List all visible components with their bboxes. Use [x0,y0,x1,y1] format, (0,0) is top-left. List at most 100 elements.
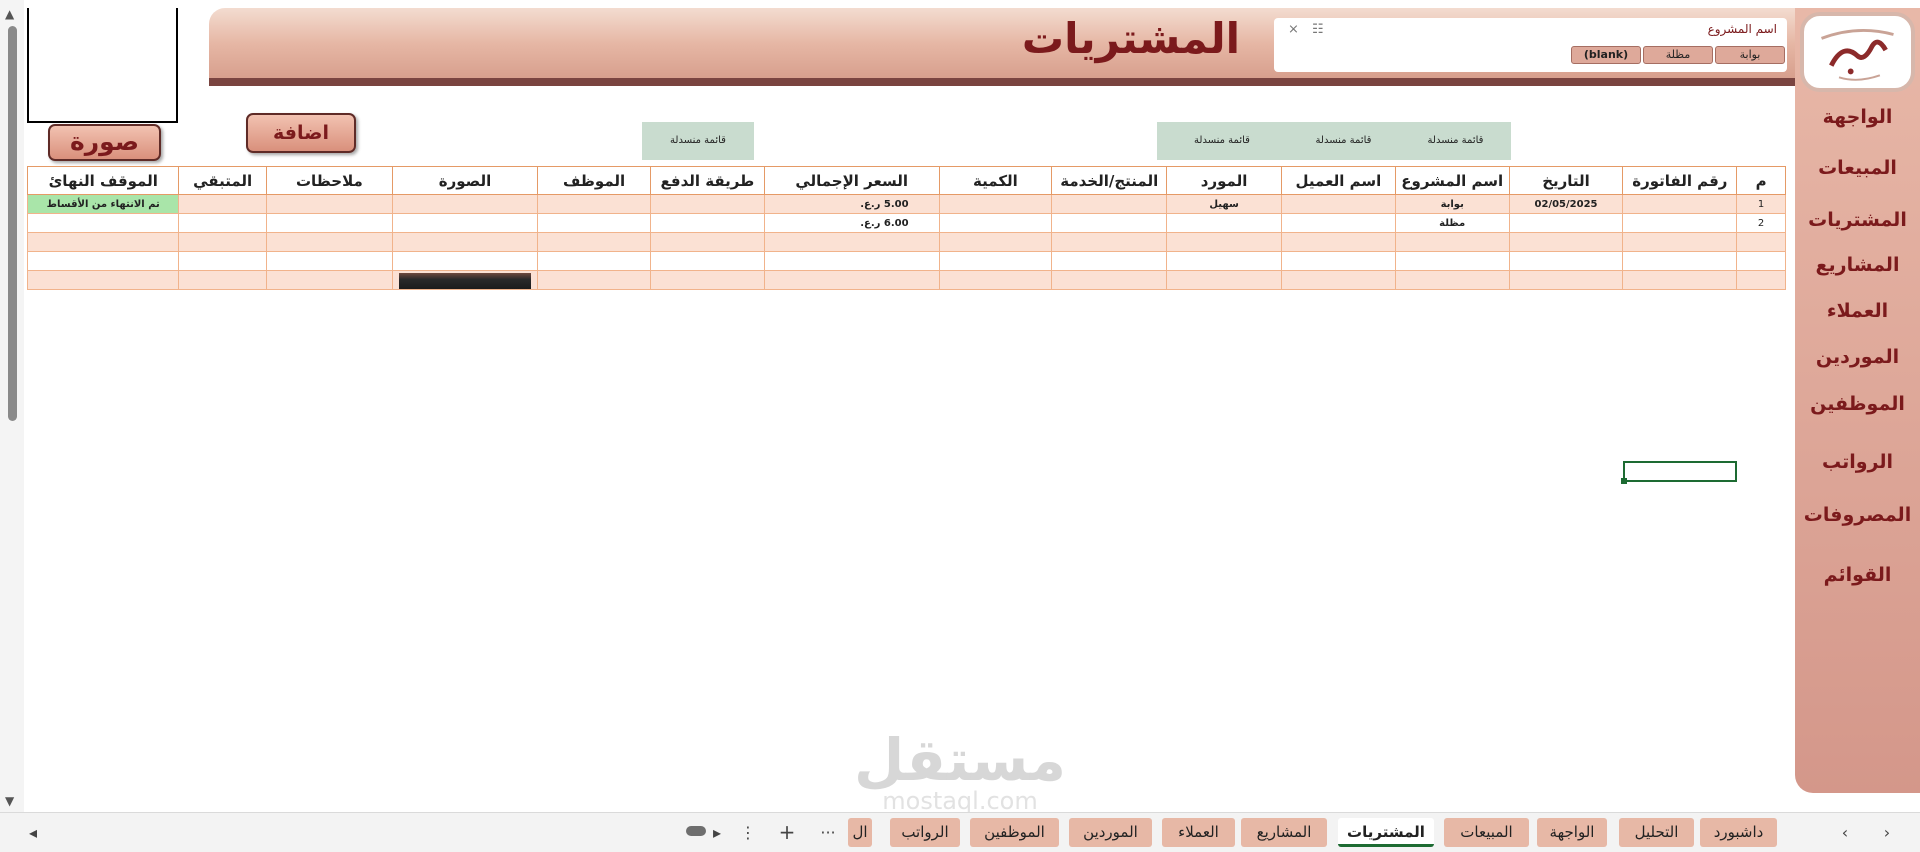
dropdown-date[interactable]: قائمة منسدلة [1400,122,1511,160]
table-cell[interactable] [537,213,651,233]
table-cell[interactable] [1166,270,1282,290]
nav-item-customers[interactable]: العملاء [1795,300,1920,322]
table-cell[interactable]: 1 [1736,194,1786,214]
vertical-scroll-thumb[interactable] [8,26,17,421]
table-cell[interactable] [1736,251,1786,271]
add-button[interactable]: اضافة [246,113,356,153]
table-cell[interactable] [265,194,393,214]
table-cell[interactable] [265,251,393,271]
table-cell[interactable] [938,251,1053,271]
table-cell[interactable] [1166,232,1282,252]
add-sheet-icon[interactable]: + [777,818,797,847]
nav-item-suppliers[interactable]: الموردين [1795,346,1920,368]
col-header-notes[interactable]: ملاحظات [265,166,393,195]
table-cell[interactable] [178,251,267,271]
col-header-product[interactable]: المنتج/الخدمة [1051,166,1168,195]
filter-multiselect-icon[interactable]: ☷ [1312,22,1324,37]
table-cell[interactable]: مظلة [1394,213,1510,233]
nav-item-lists[interactable]: القوائم [1795,564,1920,586]
table-cell[interactable] [1622,270,1738,290]
table-cell[interactable] [265,270,393,290]
table-cell[interactable] [178,232,267,252]
col-header-date[interactable]: التاريخ [1508,166,1624,195]
table-cell[interactable] [1280,251,1396,271]
col-header-customer[interactable]: اسم العميل [1280,166,1396,195]
scroll-up-icon[interactable]: ▲ [5,8,14,20]
image-button[interactable]: صورة [48,124,161,161]
table-cell[interactable] [1736,270,1786,290]
tab-dashboard[interactable]: داشبورد [1700,818,1777,847]
table-cell[interactable] [26,213,180,233]
table-cell[interactable] [265,232,393,252]
table-cell[interactable]: بوابة [1394,194,1510,214]
table-cell[interactable] [1051,213,1168,233]
slicer-item-canopy[interactable]: مظلة [1643,46,1713,64]
table-cell[interactable] [26,270,180,290]
slicer-item-blank[interactable]: (blank) [1571,46,1641,64]
tab-projects[interactable]: المشاريع [1241,818,1327,847]
table-cell[interactable] [763,232,940,252]
tab-salaries[interactable]: الرواتب [890,818,960,847]
table-cell[interactable] [537,194,651,214]
nav-item-purchases[interactable]: المشتريات [1795,209,1920,231]
table-cell[interactable] [649,194,765,214]
table-cell[interactable] [1051,251,1168,271]
table-cell[interactable] [938,232,1053,252]
horizontal-scroll-thumb[interactable] [686,826,706,836]
more-sheets-icon[interactable]: ··· [818,818,838,847]
table-cell[interactable] [763,270,940,290]
col-header-employee[interactable]: الموظف [537,166,651,195]
table-cell[interactable] [537,232,651,252]
nav-item-employees[interactable]: الموظفين [1795,393,1920,415]
table-cell[interactable] [649,232,765,252]
table-cell[interactable] [1280,213,1396,233]
nav-item-salaries[interactable]: الرواتب [1795,451,1920,473]
table-cell[interactable] [1622,213,1738,233]
col-header-supplier[interactable]: المورد [1166,166,1282,195]
table-cell[interactable] [1508,232,1624,252]
selected-cell[interactable] [1621,461,1737,484]
table-cell[interactable] [938,213,1053,233]
tab-partial[interactable]: ال [848,818,872,847]
tab-nav-prev-icon[interactable]: ‹ [1838,818,1852,847]
table-cell[interactable] [1280,232,1396,252]
table-cell[interactable] [1394,232,1510,252]
table-cell[interactable] [391,251,539,271]
table-cell[interactable] [649,213,765,233]
vertical-scrollbar[interactable]: ▲ ▼ [0,0,24,812]
image-frame[interactable] [27,8,178,123]
scroll-down-icon[interactable]: ▼ [5,795,14,807]
table-cell[interactable]: 02/05/2025 [1508,194,1624,214]
table-cell[interactable] [1622,232,1738,252]
table-cell[interactable] [1622,251,1738,271]
table-cell[interactable] [178,213,267,233]
table-cell[interactable] [1394,270,1510,290]
col-header-invoice[interactable]: رقم الفاتورة [1622,166,1738,195]
dropdown-payment[interactable]: قائمة منسدلة [642,122,754,160]
table-cell[interactable] [938,194,1053,214]
table-cell[interactable]: سهيل [1166,194,1282,214]
table-cell[interactable] [1280,270,1396,290]
table-cell[interactable] [1394,251,1510,271]
project-slicer[interactable]: اسم المشروع ☷ ⨯ بوابة مظلة (blank) [1274,18,1787,72]
nav-item-expenses[interactable]: المصروفات [1795,504,1920,526]
col-header-project[interactable]: اسم المشروع [1394,166,1510,195]
table-cell[interactable]: 6.00 ر.ع. [763,213,940,233]
sheet-options-icon[interactable]: ⋮ [740,818,756,847]
table-cell[interactable] [649,270,765,290]
tab-sales[interactable]: المبيعات [1444,818,1529,847]
table-cell[interactable] [265,213,393,233]
table-cell[interactable] [938,270,1053,290]
nav-item-home[interactable]: الواجهة [1795,106,1920,128]
table-cell[interactable] [1622,194,1738,214]
table-cell[interactable] [537,270,651,290]
col-header-total[interactable]: السعر الإجمالي [763,166,940,195]
table-cell[interactable] [26,232,180,252]
table-cell[interactable] [649,251,765,271]
table-cell[interactable] [178,194,267,214]
table-cell[interactable] [391,194,539,214]
table-cell[interactable] [763,251,940,271]
nav-item-sales[interactable]: المبيعات [1795,157,1920,179]
image-cell[interactable] [391,270,539,290]
tab-customers[interactable]: العملاء [1162,818,1235,847]
